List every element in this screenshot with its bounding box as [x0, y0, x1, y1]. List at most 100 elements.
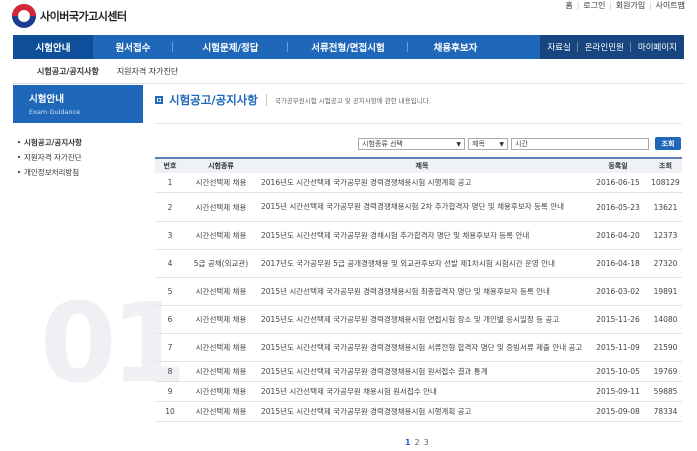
- table-row[interactable]: 4 5급 공채(외교관) 2017년도 국가공무원 5급 공개경쟁채용 및 외교…: [155, 250, 682, 278]
- table-row[interactable]: 8 시간선택제 채용 2015년도 시간선택제 국가공무원 경력경쟁채용시험 원…: [155, 362, 682, 382]
- row-date: 2016-05-23: [596, 202, 640, 212]
- title-divider: [265, 94, 267, 106]
- sidebar-subtitle: Exam Guidance: [29, 108, 81, 116]
- row-date: 2016-04-20: [596, 231, 640, 240]
- table-row[interactable]: 6 시간선택제 채용 2015년도 시간선택제 국가공무원 경력경쟁채용시험 면…: [155, 306, 682, 334]
- gnb-item-mypage[interactable]: 마이페이지: [631, 35, 684, 59]
- row-type: 시간선택제 채용: [195, 407, 247, 416]
- row-title-link[interactable]: 2015년 시간선택제 국가공무원 경력경쟁채용시험 최종합격자 명단 및 채용…: [257, 286, 587, 298]
- util-link-home[interactable]: 홈: [562, 0, 577, 11]
- row-title-link[interactable]: 2015년 시간선택제 국가공무원 경력경쟁채용시험 2차 추가합격자 명단 및…: [257, 201, 587, 213]
- gnb-label: 시험안내: [35, 43, 71, 54]
- row-type: 시간선택제 채용: [195, 178, 247, 187]
- row-date: 2016-04-18: [596, 259, 640, 268]
- gnb-label: 마이페이지: [637, 43, 677, 53]
- row-type: 시간선택제 채용: [195, 343, 247, 352]
- row-no: 1: [167, 178, 173, 187]
- gnb-item-application[interactable]: 원서접수: [93, 35, 173, 59]
- search-bar: 시험종류 선택 ▼ 제목 ▼ 시간: [358, 138, 649, 150]
- row-title-link[interactable]: 2015년도 시간선택제 국가공무원 경력경쟁채용시험 면접시험 장소 및 개인…: [257, 314, 587, 326]
- table-row[interactable]: 10 시간선택제 채용 2015년도 시간선택제 국가공무원 경력경쟁채용시험 …: [155, 402, 682, 422]
- search-input[interactable]: 시간: [511, 138, 649, 150]
- title-underline: [155, 123, 682, 124]
- header-date: 등록일: [608, 162, 628, 170]
- taegeuk-logo-icon: [12, 4, 36, 28]
- gnb-label: 온라인민원: [584, 43, 624, 53]
- sidebar-item-privacy[interactable]: 개인정보처리방침: [17, 166, 143, 181]
- row-views: 27320: [653, 259, 678, 268]
- util-link-signup[interactable]: 회원가입: [612, 0, 649, 11]
- row-date: 2016-06-15: [596, 178, 640, 187]
- row-views: 59885: [653, 387, 678, 396]
- page-description: 국가공무원시험 시험공고 및 공지사항에 관한 내용입니다.: [274, 97, 431, 105]
- table-row[interactable]: 1 시간선택제 채용 2016년도 시간선택제 국가공무원 경력경쟁채용시험 시…: [155, 173, 682, 193]
- row-date: 2015-11-09: [596, 343, 640, 352]
- dropdown-arrow-icon: ▼: [499, 140, 504, 148]
- row-type: 시간선택제 채용: [195, 231, 247, 240]
- logo-text: 사이버국가고시센터: [40, 10, 127, 23]
- gnb-item-exam-answers[interactable]: 시험문제/정답: [173, 35, 288, 59]
- gnb-item-exam-guide[interactable]: 시험안내: [13, 35, 93, 59]
- row-title-link[interactable]: 2015년도 시간선택제 국가공무원 경력경쟁채용시험 시행계획 공고: [257, 406, 587, 418]
- exam-type-select[interactable]: 시험종류 선택 ▼: [358, 138, 465, 150]
- header-title: 제목: [415, 162, 429, 170]
- content-header: 시험공고/공지사항 국가공무원시험 시험공고 및 공지사항에 관한 내용입니다.: [155, 92, 431, 108]
- row-title-link[interactable]: 2015년 시간선택제 국가공무원 채용시험 원서접수 안내: [257, 386, 587, 398]
- page-link-3[interactable]: 3: [424, 438, 429, 447]
- gnb-label: 시험문제/정답: [202, 43, 259, 54]
- gnb-item-civil-service[interactable]: 온라인민원: [578, 35, 631, 59]
- row-views: 108129: [651, 178, 680, 187]
- row-date: 2015-10-05: [596, 367, 640, 376]
- gnb-item-library[interactable]: 자료실: [540, 35, 578, 59]
- notice-table: 번호 시험종류 제목 등록일 조회 1 시간선택제 채용 2016년도 시간선택…: [155, 157, 682, 422]
- row-title-link[interactable]: 2015년도 시간선택제 국가공무원 경력경쟁채용시험 서류전형 합격자 명단 …: [257, 342, 587, 354]
- gnb-label: 자료실: [547, 43, 571, 53]
- table-header: 번호 시험종류 제목 등록일 조회: [155, 157, 682, 173]
- sidebar-header: 시험안내 Exam Guidance: [13, 85, 143, 123]
- header-type: 시험종류: [208, 162, 234, 170]
- main-navigation: 시험안내 원서접수 시험문제/정답 서류전형/면접시험 채용후보자 자료실 온라…: [13, 35, 684, 59]
- exam-type-select-value: 시험종류 선택: [362, 140, 403, 148]
- util-link-login[interactable]: 로그인: [579, 0, 609, 11]
- sidebar-item-self-check[interactable]: 지원자격 자가진단: [17, 151, 143, 166]
- row-no: 3: [167, 231, 173, 240]
- row-title-link[interactable]: 2017년도 국가공무원 5급 공개경쟁채용 및 외교관후보자 선발 제1차시험…: [257, 258, 587, 270]
- row-no: 4: [167, 259, 173, 268]
- sidebar-item-notices[interactable]: 시험공고/공지사항: [17, 136, 143, 151]
- row-views: 21590: [653, 343, 678, 352]
- gnb-label: 서류전형/면접시험: [311, 43, 385, 54]
- row-no: 6: [167, 315, 173, 324]
- row-title-link[interactable]: 2015년도 시간선택제 국가공무원 경채시험 추가합격자 명단 및 채용후보자…: [257, 230, 587, 242]
- search-button[interactable]: 조회: [655, 137, 681, 150]
- row-views: 78334: [653, 407, 678, 416]
- row-type: 시간선택제 채용: [195, 202, 247, 212]
- utility-links: 홈 | 로그인 | 회원가입 | 사이트맵: [562, 0, 689, 11]
- dropdown-arrow-icon: ▼: [456, 140, 461, 148]
- site-logo[interactable]: 사이버국가고시센터: [12, 4, 127, 28]
- row-title-link[interactable]: 2016년도 시간선택제 국가공무원 경력경쟁채용시험 시행계획 공고: [257, 177, 587, 189]
- header-views: 조회: [659, 162, 672, 170]
- page-title: 시험공고/공지사항: [169, 93, 258, 107]
- table-row[interactable]: 9 시간선택제 채용 2015년 시간선택제 국가공무원 채용시험 원서접수 안…: [155, 382, 682, 402]
- util-link-sitemap[interactable]: 사이트맵: [652, 0, 689, 11]
- subnav-item-self-check[interactable]: 지원자격 자가진단: [117, 66, 178, 77]
- row-date: 2016-03-02: [596, 287, 640, 296]
- table-row[interactable]: 3 시간선택제 채용 2015년도 시간선택제 국가공무원 경채시험 추가합격자…: [155, 222, 682, 250]
- page-link-1[interactable]: 1: [405, 438, 411, 447]
- gnb-item-interview[interactable]: 서류전형/면접시험: [288, 35, 408, 59]
- row-title-link[interactable]: 2015년도 시간선택제 국가공무원 경력경쟁채용시험 원서접수 결과 통계: [257, 366, 587, 378]
- search-field-select[interactable]: 제목 ▼: [468, 138, 508, 150]
- row-views: 12373: [653, 231, 678, 240]
- subnav-item-notices[interactable]: 시험공고/공지사항: [37, 66, 99, 77]
- sidebar-menu: 시험공고/공지사항 지원자격 자가진단 개인정보처리방침: [17, 136, 143, 181]
- row-type: 시간선택제 채용: [195, 315, 247, 324]
- table-row[interactable]: 2 시간선택제 채용 2015년 시간선택제 국가공무원 경력경쟁채용시험 2차…: [155, 193, 682, 222]
- search-field-select-value: 제목: [472, 140, 485, 148]
- gnb-item-candidates[interactable]: 채용후보자: [408, 35, 503, 59]
- row-no: 2: [167, 202, 173, 212]
- row-views: 19891: [653, 287, 678, 296]
- page-link-2[interactable]: 2: [415, 438, 420, 447]
- table-row[interactable]: 5 시간선택제 채용 2015년 시간선택제 국가공무원 경력경쟁채용시험 최종…: [155, 278, 682, 306]
- table-row[interactable]: 7 시간선택제 채용 2015년도 시간선택제 국가공무원 경력경쟁채용시험 서…: [155, 334, 682, 362]
- sub-navigation: 시험공고/공지사항 지원자격 자가진단: [13, 59, 684, 84]
